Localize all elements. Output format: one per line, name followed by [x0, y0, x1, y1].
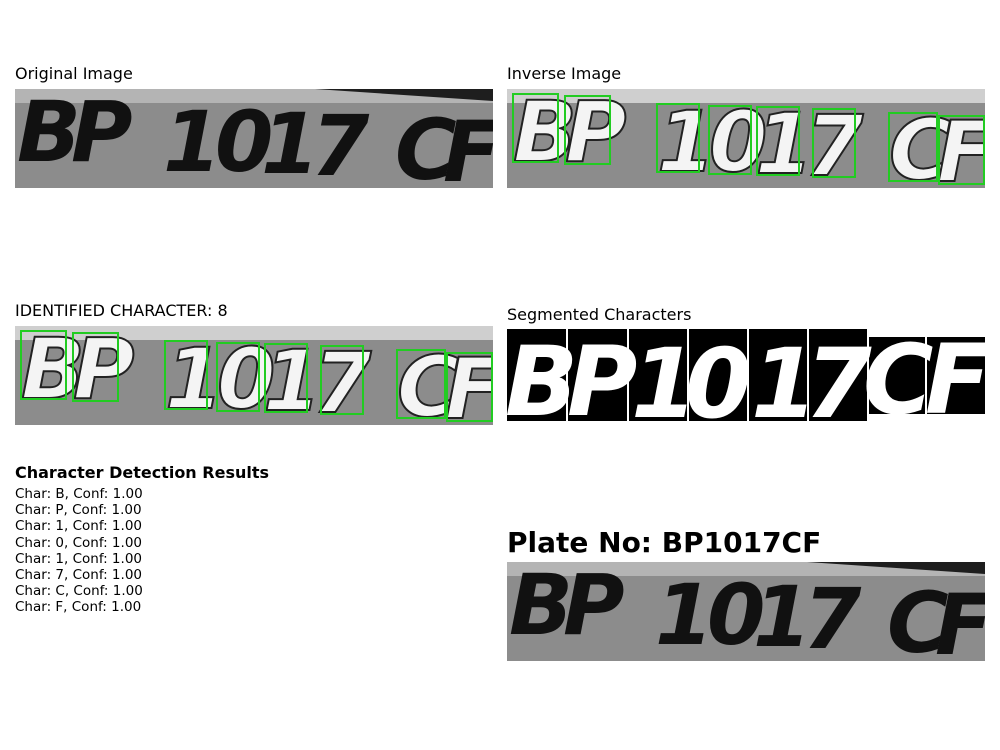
segmented-characters-title: Segmented Characters [507, 305, 692, 324]
inv-char-p: P [565, 89, 627, 181]
segmented-chars: B P 1 0 1 7 C F [507, 329, 985, 421]
result-item: Char: C, Conf: 1.00 [15, 583, 143, 600]
original-chars: B P 1 0 1 7 C F [17, 89, 493, 188]
final-char-p: P [563, 562, 625, 654]
result-item: Char: P, Conf: 1.00 [15, 502, 142, 519]
segmented-svg: B P 1 0 1 7 C F [507, 329, 985, 421]
final-plate-image: B P 1 0 1 7 C F [507, 562, 985, 661]
id-char-1a: 1 [165, 330, 223, 425]
id-char-p: P [73, 326, 135, 418]
final-char-7: 7 [803, 570, 862, 661]
final-chars: B P 1 0 1 7 C F [509, 562, 985, 661]
identified-character-title: IDENTIFIED CHARACTER: 8 [15, 301, 228, 320]
segmented-image: B P 1 0 1 7 C F [507, 329, 985, 421]
results-heading: Character Detection Results [15, 463, 270, 482]
final-char-f: F [935, 576, 985, 661]
result-item: Char: B, Conf: 1.00 [15, 486, 143, 502]
original-plate-svg: B P 1 0 1 7 C F [15, 89, 493, 188]
result-item: Char: F, Conf: 1.00 [15, 599, 142, 616]
original-image: B P 1 0 1 7 C F [15, 89, 493, 188]
result-item: Char: 1, Conf: 1.00 [15, 518, 142, 535]
final-char-1a: 1 [655, 566, 713, 661]
seg-char-f: F [925, 329, 985, 421]
result-item: Char: 7, Conf: 1.00 [15, 567, 142, 584]
orig-char-f: F [443, 103, 493, 188]
result-item: Char: 1, Conf: 1.00 [15, 550, 142, 567]
orig-char-p: P [71, 89, 133, 181]
identified-plate-svg: B P 1 0 1 7 C F [15, 326, 493, 425]
identified-image: B P 1 0 1 7 C F [15, 326, 493, 425]
results-list: Char: B, Conf: 1.00 Char: P, Conf: 1.00 … [15, 486, 143, 616]
inv-char-1a: 1 [657, 93, 715, 188]
inverse-image: B P 1 0 1 7 C F [507, 89, 985, 188]
seg-char-0: 0 [685, 329, 752, 421]
seg-char-c: C [863, 329, 933, 421]
plate-number-label: Plate No: BP1017CF [507, 526, 822, 559]
orig-char-1a: 1 [163, 93, 221, 188]
inverse-plate-svg: B P 1 0 1 7 C F [507, 89, 985, 188]
seg-char-p: P [567, 329, 637, 421]
result-item: Char: 0, Conf: 1.00 [15, 534, 142, 551]
inverse-image-title: Inverse Image [507, 64, 622, 83]
seg-char-7: 7 [805, 329, 872, 421]
original-image-title: Original Image [15, 64, 133, 83]
final-plate-svg: B P 1 0 1 7 C F [507, 562, 985, 661]
orig-char-7: 7 [311, 97, 370, 188]
